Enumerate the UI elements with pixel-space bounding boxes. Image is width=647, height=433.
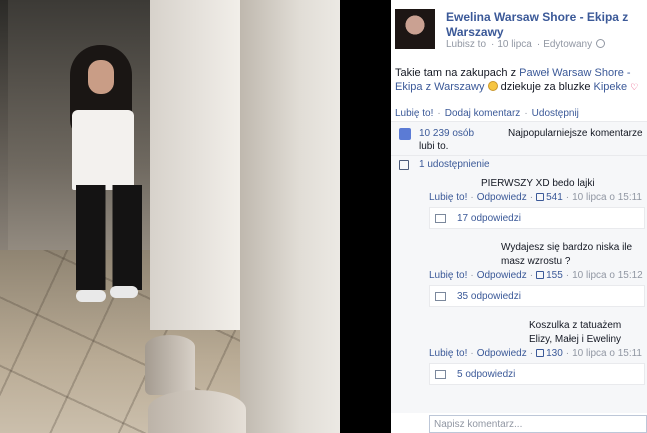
- comment-text: Koszulka z tatuażem Elizy, Małej i Eweli…: [529, 320, 622, 345]
- door: [150, 0, 245, 330]
- comment-reply-button[interactable]: Odpowiedz: [477, 348, 527, 359]
- mirror-selfie-image: [0, 0, 340, 433]
- share-button[interactable]: Udostępnij: [532, 108, 579, 119]
- comment-meta: Lubię to! · Odpowiedz · 130 · 10 lipca o 15:11: [429, 348, 642, 359]
- comment-like-button[interactable]: Lubię to!: [429, 192, 467, 203]
- likes-summary: 10 239 osób lubi to.: [419, 127, 489, 153]
- shoe-right: [110, 286, 138, 298]
- thumbs-up-icon: [536, 271, 545, 279]
- bin-lid: [148, 390, 246, 433]
- post-header: Ewelina Warsaw Shore - Ekipa z Warszawy …: [395, 9, 645, 51]
- like-button[interactable]: Lubię to!: [395, 108, 433, 119]
- person-legs: [76, 185, 142, 290]
- wall: [240, 0, 340, 433]
- shoe-left: [76, 290, 106, 302]
- shares-count-link[interactable]: 1 udostępnienie: [419, 159, 490, 170]
- reply-icon: [435, 292, 446, 301]
- comment-meta: Lubię to! · Odpowiedz · 155 · 10 lipca o 15:12: [429, 270, 643, 281]
- reply-icon: [435, 214, 446, 223]
- comment-reply-button[interactable]: Odpowiedz: [477, 192, 527, 203]
- shares-bar: 1 udostępnienie: [391, 155, 647, 173]
- post-sidebar: Ewelina Warsaw Shore - Ekipa z Warszawy …: [391, 0, 647, 433]
- view-replies-button[interactable]: 17 odpowiedzi: [429, 207, 645, 229]
- post-text-before: Takie tam na zakupach z: [395, 67, 520, 79]
- thumbs-up-icon: [536, 193, 545, 201]
- post-date[interactable]: 10 lipca: [497, 39, 531, 50]
- comment-meta: Lubię to! · Odpowiedz · 541 · 10 lipca o 15:11: [429, 192, 642, 203]
- comment-like-button[interactable]: Lubię to!: [429, 270, 467, 281]
- person-shirt: [72, 110, 134, 190]
- comment-input-box[interactable]: [429, 415, 647, 433]
- comment-like-count[interactable]: 155: [546, 270, 563, 281]
- share-icon: [399, 160, 409, 170]
- comment-reply-button[interactable]: Odpowiedz: [477, 270, 527, 281]
- post-location[interactable]: Lubisz to: [446, 39, 486, 50]
- post-text: Takie tam na zakupach z Paweł Warsaw Sho…: [395, 66, 645, 94]
- replies-count[interactable]: 17 odpowiedzi: [457, 213, 521, 224]
- heart-icon: ♡: [630, 82, 639, 92]
- bin: [145, 335, 195, 395]
- view-replies-button[interactable]: 35 odpowiedzi: [429, 285, 645, 307]
- tagged-user-link-2[interactable]: Kipeke: [594, 81, 628, 93]
- comment-item: Wydajesz się bardzo niska ile masz wzros…: [429, 241, 645, 307]
- comment-sort-dropdown[interactable]: Najpopularniejsze komentarze: [508, 128, 643, 139]
- post-text-after: dziekuje za bluzke: [497, 81, 594, 93]
- comment-like-count[interactable]: 130: [546, 348, 563, 359]
- thumbs-up-icon: [536, 349, 545, 357]
- likes-suffix: lubi to.: [419, 141, 449, 152]
- likes-count-link[interactable]: 10 239 osób: [419, 128, 474, 139]
- comments-list: PIERWSZY XD bedo lajki Lubię to! · Odpowie…: [391, 173, 647, 413]
- comment-item: PIERWSZY XD bedo lajki Lubię to! · Odpowie…: [429, 177, 645, 229]
- likes-bar: 10 239 osób lubi to. Najpopularniejsze k…: [391, 121, 647, 155]
- author-name[interactable]: Ewelina Warsaw Shore - Ekipa z Warszawy: [446, 10, 646, 40]
- globe-icon[interactable]: [596, 39, 606, 48]
- comment-date[interactable]: 10 lipca o 15:11: [572, 192, 642, 203]
- smile-emoji-icon: [487, 81, 498, 91]
- comment-like-count[interactable]: 541: [546, 192, 563, 203]
- comment-like-button[interactable]: Lubię to!: [429, 348, 467, 359]
- edited-label[interactable]: Edytowany: [543, 39, 592, 50]
- post-meta: Lubisz to · 10 lipca · Edytowany: [446, 39, 607, 50]
- comment-date[interactable]: 10 lipca o 15:11: [572, 348, 642, 359]
- author-avatar[interactable]: [395, 9, 435, 49]
- post-actions: Lubię to! · Dodaj komentarz · Udostępnij: [395, 108, 579, 119]
- comment-date[interactable]: 10 lipca o 15:12: [572, 270, 643, 281]
- comment-text: Wydajesz się bardzo niska ile masz wzros…: [501, 242, 633, 267]
- reply-icon: [435, 370, 446, 379]
- thumbs-up-icon: [399, 128, 411, 140]
- replies-count[interactable]: 5 odpowiedzi: [457, 369, 515, 380]
- comment-text: PIERWSZY XD bedo lajki: [481, 178, 595, 189]
- comment-item: Koszulka z tatuażem Elizy, Małej i Eweli…: [429, 319, 645, 385]
- add-comment-button[interactable]: Dodaj komentarz: [445, 108, 521, 119]
- post-photo[interactable]: [0, 0, 380, 433]
- person-face: [88, 60, 114, 94]
- replies-count[interactable]: 35 odpowiedzi: [457, 291, 521, 302]
- view-replies-button[interactable]: 5 odpowiedzi: [429, 363, 645, 385]
- comment-input[interactable]: [430, 416, 646, 432]
